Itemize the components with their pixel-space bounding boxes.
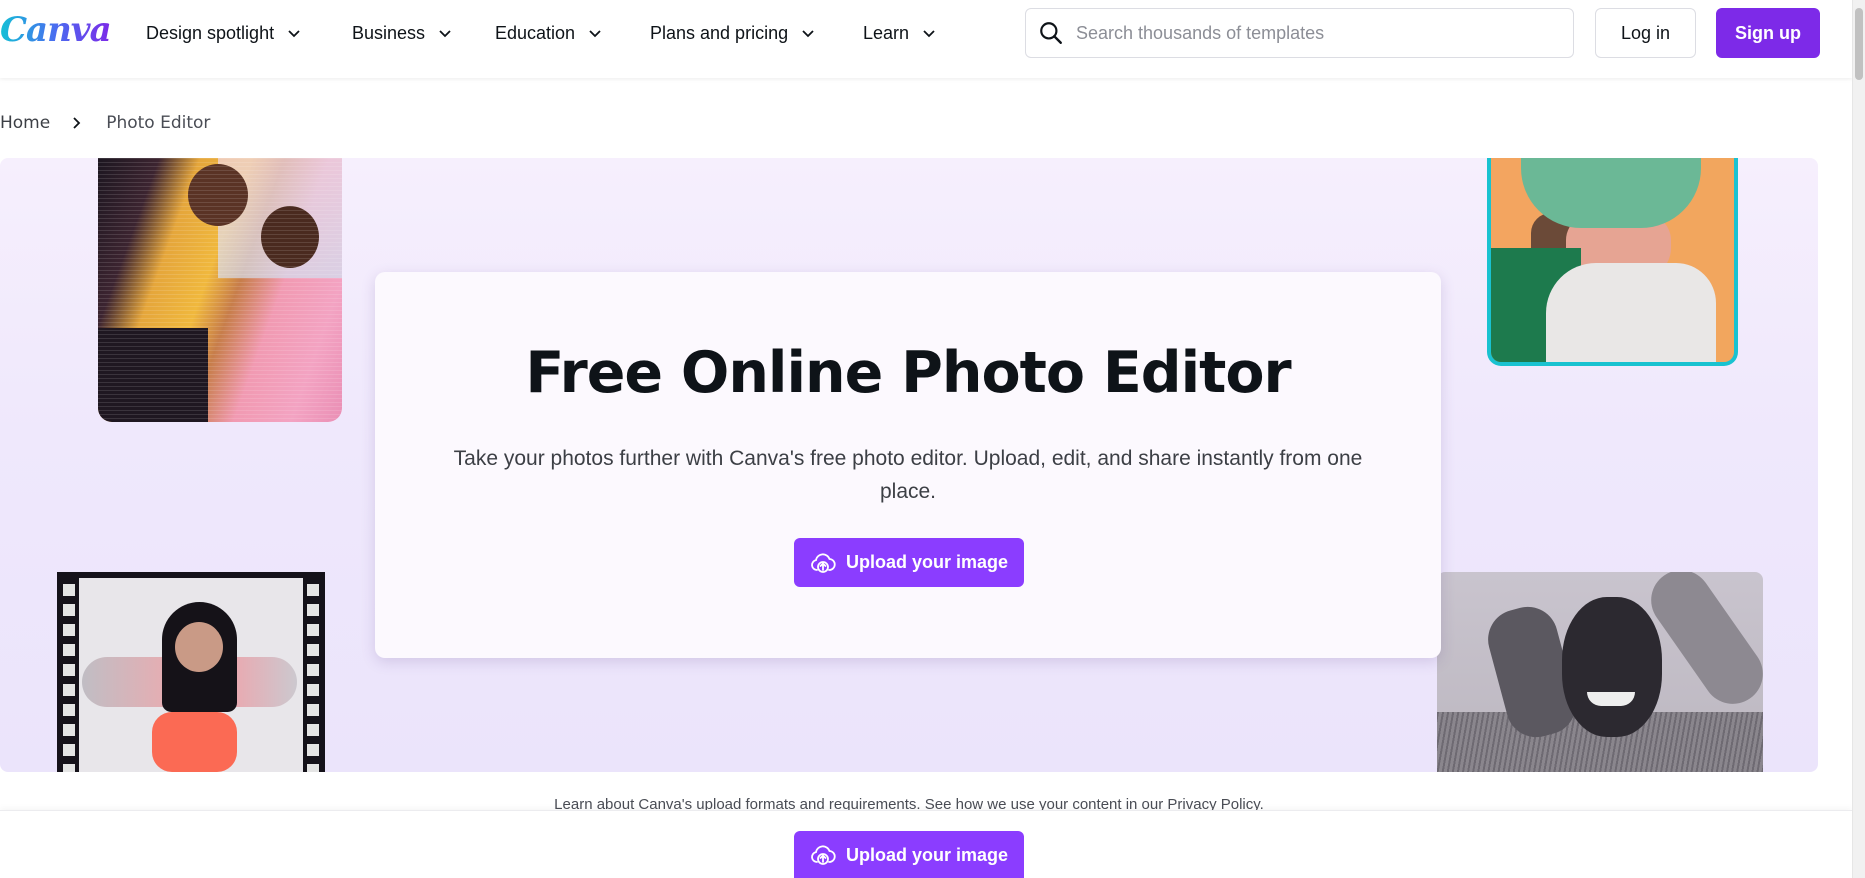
search-box[interactable] xyxy=(1025,8,1574,58)
breadcrumb-current: Photo Editor xyxy=(106,113,211,133)
photo-detail xyxy=(1521,158,1701,228)
scrollbar-thumb[interactable] xyxy=(1855,8,1863,80)
cloud-upload-icon xyxy=(811,552,836,573)
page-title: Free Online Photo Editor xyxy=(525,340,1291,406)
photo-detail xyxy=(175,622,223,672)
man-smiling-comb-photo xyxy=(1437,572,1763,772)
search-icon xyxy=(1040,22,1062,44)
top-navigation: Canva Design spotlight Business Educatio… xyxy=(0,0,1852,78)
photo-detail xyxy=(188,164,248,226)
page: Canva Design spotlight Business Educatio… xyxy=(0,0,1865,878)
chevron-right-icon xyxy=(73,117,81,129)
upload-button-label: Upload your image xyxy=(845,552,1009,572)
nav-label: Education xyxy=(495,22,576,43)
nav-label: Business xyxy=(352,22,426,43)
chevron-down-icon xyxy=(439,30,451,38)
chevron-down-icon xyxy=(288,30,300,38)
nav-education[interactable]: Education xyxy=(495,20,603,46)
upload-image-button[interactable]: Upload your image xyxy=(794,538,1024,587)
upload-button-label: Upload your image xyxy=(845,844,1009,865)
nav-label: Learn xyxy=(863,22,910,43)
nav-label: Plans and pricing xyxy=(650,22,789,43)
sticky-upload-image-button[interactable]: Upload your image xyxy=(794,831,1024,878)
hero-section: Free Online Photo Editor Take your photo… xyxy=(0,158,1818,772)
sign-up-button[interactable]: Sign up xyxy=(1716,8,1820,58)
chevron-down-icon xyxy=(589,30,601,38)
chevron-down-icon xyxy=(802,30,814,38)
nav-learn[interactable]: Learn xyxy=(863,20,937,46)
hero-subtitle: Take your photos further with Canva's fr… xyxy=(453,447,1363,503)
chevron-down-icon xyxy=(923,30,935,38)
nav-plans-and-pricing[interactable]: Plans and pricing xyxy=(650,20,816,46)
photo-detail xyxy=(261,206,319,268)
nav-label: Design spotlight xyxy=(146,22,275,43)
breadcrumb: Home Photo Editor xyxy=(0,110,210,136)
breadcrumb-home-link[interactable]: Home xyxy=(0,113,50,133)
two-men-dancing-photo xyxy=(98,158,342,422)
log-in-button[interactable]: Log in xyxy=(1595,8,1696,58)
film-sprocket-holes xyxy=(63,584,75,772)
nav-design-spotlight[interactable]: Design spotlight xyxy=(146,20,302,46)
photo-detail xyxy=(98,328,208,422)
woman-green-bucket-hat-photo xyxy=(1487,158,1738,366)
photo-detail xyxy=(1546,263,1716,362)
canva-logo[interactable]: Canva xyxy=(0,10,112,50)
sticky-upload-bar: Upload your image xyxy=(0,810,1852,878)
search-input[interactable] xyxy=(1076,22,1573,44)
nav-business[interactable]: Business xyxy=(352,20,453,46)
woman-film-frame-photo xyxy=(57,572,325,772)
page-scrollbar[interactable] xyxy=(1852,0,1865,878)
photo-background xyxy=(218,158,342,278)
film-sprocket-holes xyxy=(307,584,319,772)
cloud-upload-icon xyxy=(811,845,836,865)
hero-card: Free Online Photo Editor Take your photo… xyxy=(375,272,1441,658)
photo-detail xyxy=(1562,597,1662,737)
photo-detail xyxy=(1587,692,1635,706)
photo-detail xyxy=(152,712,237,772)
